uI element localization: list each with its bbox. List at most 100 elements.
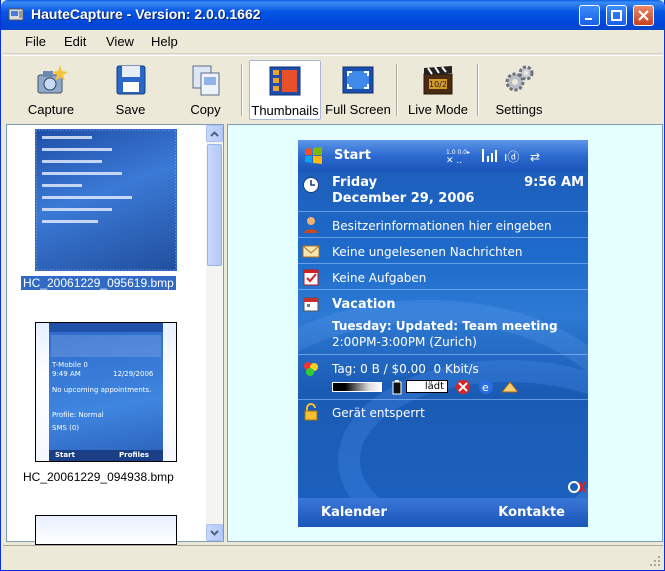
menu-file[interactable]: File [25,34,46,49]
messages-row[interactable]: Keine ungelesenen Nachrichten [298,239,588,264]
save-label: Save [115,102,146,117]
soft-key-right[interactable]: Kontakte [498,505,565,520]
soft-key-left[interactable]: Kalender [321,505,387,520]
settings-label: Settings [495,102,543,117]
title-bar[interactable]: HauteCapture - Version: 2.0.0.1662 [1,0,665,30]
thumbnail-filename: HC_20061229_094938.bmp [23,470,174,484]
fullscreen-label: Full Screen [325,102,391,117]
app-window: HauteCapture - Version: 2.0.0.1662 File … [0,0,665,571]
livemode-button[interactable]: 10/2 Live Mode [403,60,473,120]
floppy-disk-icon [116,65,145,95]
device-top-bar: Start 1.0 0.0▸ ✕ .. ıⓓ ⇄ [298,140,588,172]
minimize-icon [585,18,592,20]
thumbnails-icon [269,66,301,96]
thumb-date: 12/29/2006 [113,370,154,378]
owner-info-text: Besitzerinformationen hier eingeben [332,219,552,233]
tasks-text: Keine Aufgaben [332,271,427,285]
thumb-carrier: T-Mobile 0 [52,361,88,369]
maximize-icon [611,10,622,21]
livemode-label: Live Mode [408,102,468,117]
device-start-label: Start [334,148,371,163]
scroll-thumb[interactable] [207,144,222,266]
gears-icon [505,65,534,92]
toolbar-separator [477,64,479,116]
status-icons-row: e [456,380,518,394]
owner-info-row[interactable]: Besitzerinformationen hier eingeben [298,213,588,238]
menu-help[interactable]: Help [151,34,178,49]
copy-button[interactable]: Copy [178,60,233,120]
thumb-sms: SMS (0) [52,424,80,432]
close-icon [638,10,649,21]
svg-text:10/2: 10/2 [429,80,447,89]
thumb-appointments: No upcoming appointments. [52,386,152,394]
calendar-icon [303,297,319,312]
traffic-row[interactable]: Tag: 0 B / $0.00 0 Kbit/s lädt e [298,356,588,400]
status-bar [3,545,663,569]
traffic-text: Tag: 0 B / $0.00 0 Kbit/s [332,362,479,376]
thumb-profiles: Profiles [119,451,149,459]
signal-bar [332,382,382,392]
thumbnail-image[interactable] [35,515,177,545]
app-icon [8,8,24,21]
device-soft-key-bar: Kalender Kontakte [298,498,588,527]
svg-text:ıⓓ: ıⓓ [504,150,519,164]
windows-flag-icon [305,147,322,164]
calendar-vacation: Vacation [332,297,396,312]
svg-text:⇄: ⇄ [530,150,540,164]
clapperboard-icon: 10/2 [423,66,453,95]
device-lock-row[interactable]: Gerät entsperrt [298,401,588,425]
calendar-row[interactable]: Vacation Tuesday: Updated: Team meeting … [298,291,588,355]
resize-grip-icon[interactable] [649,555,661,567]
window-title: HauteCapture - Version: 2.0.0.1662 [31,6,261,22]
calendar-meeting: Tuesday: Updated: Team meeting [332,319,558,333]
today-date-row[interactable]: Friday December 29, 2006 9:56 AM [298,172,588,212]
maximize-button[interactable] [606,5,627,26]
tasks-row[interactable]: Keine Aufgaben [298,265,588,290]
thumbnails-button[interactable]: Thumbnails [249,60,321,120]
capture-label: Capture [27,102,75,117]
thumbnail-image[interactable]: T-Mobile 0 9:49 AM 12/29/2006 No upcomin… [35,322,177,462]
thumbnail-list[interactable]: HC_20061229_095619.bmp T-Mobile 0 9:49 A… [6,124,224,545]
save-button[interactable]: Save [103,60,158,120]
messages-text: Keine ungelesenen Nachrichten [332,245,523,259]
padlock-icon [304,403,318,421]
fullscreen-icon [342,66,374,94]
traffic-dots-icon [304,362,318,376]
toolbar: Capture Save Copy Thumbnails Full Screen… [3,55,663,122]
device-lock-text: Gerät entsperrt [332,406,425,420]
fullscreen-button[interactable]: Full Screen [323,60,393,120]
capture-button[interactable]: Capture [21,60,81,120]
svg-text:e: e [482,381,489,394]
menu-edit[interactable]: Edit [64,34,86,49]
scroll-up-button[interactable] [206,125,223,142]
scroll-down-button[interactable] [206,524,223,541]
settings-button[interactable]: Settings [486,60,552,120]
camera-icon [37,65,68,94]
status-icons: 1.0 0.0▸✕ .. ıⓓ ⇄ [446,149,540,166]
today-time: 9:56 AM [524,175,584,190]
chevron-up-icon [210,130,219,137]
menu-view[interactable]: View [106,34,134,49]
chevron-down-icon [210,529,219,536]
battery-icon [392,380,402,395]
thumbnail-preview [35,129,177,271]
vertical-scrollbar[interactable] [206,125,223,541]
minimize-button[interactable] [579,5,600,26]
charging-label: lädt [406,380,448,393]
copy-label: Copy [190,102,221,117]
envelope-icon [302,245,320,258]
svg-text:1.0 0.0▸: 1.0 0.0▸ [446,149,470,156]
calendar-meeting-time: 2:00PM-3:00PM (Zurich) [332,335,477,349]
thumbnail-caption[interactable]: HC_20061229_095619.bmp [21,276,176,290]
connectivity-icon [568,481,586,493]
toolbar-separator [241,64,243,116]
close-button[interactable] [633,5,654,26]
person-icon [304,217,318,233]
svg-text:✕ ..: ✕ .. [446,156,462,166]
toolbar-separator [396,64,398,116]
thumbnail-image[interactable] [35,129,177,271]
thumb-profile: Profile: Normal [52,411,104,419]
device-screenshot: Start 1.0 0.0▸ ✕ .. ıⓓ ⇄ Friday December 29… [298,140,588,527]
clock-icon [303,177,319,193]
thumbnail-caption[interactable]: HC_20061229_094938.bmp [23,470,174,484]
